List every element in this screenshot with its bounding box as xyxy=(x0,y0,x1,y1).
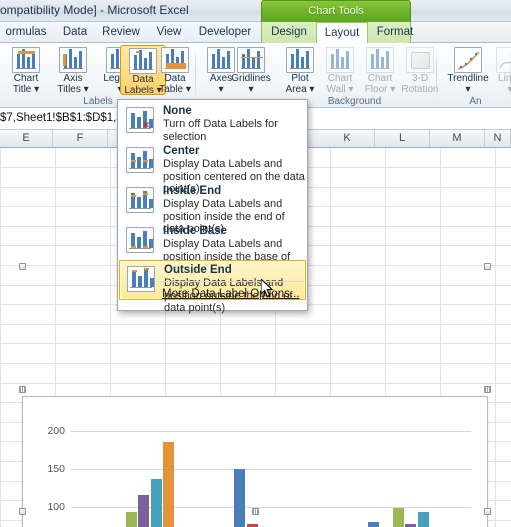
button-label-line2: Titles ▾ xyxy=(57,83,89,95)
menu-divider xyxy=(156,281,304,282)
column-header-L[interactable]: L xyxy=(375,130,430,147)
button-label-line2: Rotation xyxy=(401,83,439,95)
chart-gridline xyxy=(71,507,471,508)
labels-outside-end-icon xyxy=(127,266,155,292)
chart-resize-handle[interactable] xyxy=(484,263,491,270)
chart-title-button[interactable]: Chart Title ▾ xyxy=(3,45,49,95)
grid-row-line xyxy=(0,363,511,364)
chart-tools-context-header: Chart Tools xyxy=(261,0,411,22)
button-label-line1: Gridlines xyxy=(231,73,271,84)
chart-resize-handle[interactable] xyxy=(484,508,491,515)
rotation-3d-icon xyxy=(406,47,434,73)
menu-item-title: Inside End xyxy=(163,185,222,197)
menu-item-title: Inside Base xyxy=(163,225,227,237)
menu-item-title: Center xyxy=(163,145,200,157)
chart-tools-label: Chart Tools xyxy=(308,5,364,17)
chart-bar[interactable] xyxy=(367,522,379,527)
chart-floor-icon xyxy=(366,47,394,73)
tab-data[interactable]: Data xyxy=(55,22,95,43)
column-header-N[interactable]: N xyxy=(485,130,511,147)
button-label-line2: ▾ xyxy=(465,83,471,95)
grid-row-line xyxy=(0,324,511,325)
tab-view[interactable]: View xyxy=(148,22,190,43)
button-label-line1: 3-D xyxy=(411,73,429,84)
ribbon-group-label: An xyxy=(469,96,482,107)
column-header-E[interactable]: E xyxy=(0,130,53,147)
chart-bar[interactable] xyxy=(163,442,175,527)
menu-item-center[interactable]: Center Display Data Labels and position c… xyxy=(119,142,308,195)
rotation-3d-button: 3-D Rotation xyxy=(397,45,443,95)
grid-column-line xyxy=(495,148,496,527)
button-label-line2: Title ▾ xyxy=(12,83,40,95)
chart-title-icon xyxy=(12,47,40,73)
y-axis-tick-label: 150 xyxy=(47,463,65,475)
tab-ormulas[interactable]: ormulas xyxy=(0,22,52,43)
tab-layout[interactable]: Layout xyxy=(316,22,368,43)
chart-resize-handle[interactable] xyxy=(251,508,259,515)
chart-bar[interactable] xyxy=(150,478,162,527)
labels-inside-base-icon xyxy=(126,227,154,253)
chart-bar[interactable] xyxy=(138,494,150,527)
title-bar: ompatibility Mode] - Microsoft Excel Cha… xyxy=(0,0,511,22)
chart-resize-handle[interactable] xyxy=(19,508,26,515)
chart-bar[interactable] xyxy=(125,512,137,527)
chart-bar[interactable] xyxy=(392,507,404,527)
more-data-label-options-item[interactable]: More Data Label Options... xyxy=(162,288,299,300)
gridlines-icon xyxy=(237,47,265,73)
button-label-line1: Trendline xyxy=(447,73,489,84)
data-labels-dropdown-menu[interactable]: ✕ None Turn off Data Labels for selection C… xyxy=(117,99,308,314)
column-header-K[interactable]: K xyxy=(320,130,375,147)
lines-icon xyxy=(496,47,511,73)
menu-item-title: Outside End xyxy=(164,264,232,276)
menu-item-inside-base[interactable]: Inside Base Display Data Labels and posit… xyxy=(119,222,308,275)
tab-design[interactable]: Design xyxy=(264,22,314,43)
button-label-line1: Chart xyxy=(13,73,39,84)
trendline-icon xyxy=(454,47,482,73)
button-label-line1: Data xyxy=(164,73,186,84)
menu-item-title: None xyxy=(163,105,192,117)
column-header-M[interactable]: M xyxy=(430,130,485,147)
grid-row-line xyxy=(0,343,511,344)
grid-column-line xyxy=(0,148,1,527)
grid-row-line xyxy=(0,383,511,384)
mouse-cursor xyxy=(260,277,275,302)
chart-wall-icon xyxy=(326,47,354,73)
y-axis-tick-label: 200 xyxy=(47,425,65,437)
column-header-F[interactable]: F xyxy=(53,130,108,147)
labels-inside-end-icon xyxy=(126,187,154,213)
chart-resize-handle[interactable] xyxy=(19,263,26,270)
gridlines-button[interactable]: Gridlines ▾ xyxy=(228,45,274,95)
menu-item-description: Turn off Data Labels for selection xyxy=(163,118,278,143)
data-table-icon xyxy=(161,47,189,73)
chart-bar[interactable] xyxy=(417,512,429,527)
labels-none-icon: ✕ xyxy=(126,107,154,133)
tab-review[interactable]: Review xyxy=(96,22,146,43)
chart-gridline xyxy=(71,469,471,470)
data-table-button[interactable]: Data Table ▾ xyxy=(152,45,198,95)
axis-titles-icon xyxy=(59,47,87,73)
button-label-line2: Table ▾ xyxy=(159,83,191,95)
formula-input-value[interactable]: $7,Sheet1!$B$1:$D$1,$ xyxy=(0,112,123,124)
axis-titles-button[interactable]: Axis Titles ▾ xyxy=(50,45,96,95)
plot-area-icon xyxy=(286,47,314,73)
button-label-line1: Axis xyxy=(63,73,83,84)
tab-format[interactable]: Format xyxy=(370,22,420,43)
button-label-line2: ▾ xyxy=(248,83,254,95)
button-label-line2: ▾ xyxy=(507,83,511,95)
button-label-line1: Lines xyxy=(498,73,511,84)
lines-button: Lines▾ xyxy=(487,45,511,95)
chart-resize-handle[interactable] xyxy=(484,385,491,393)
tab-developer[interactable]: Developer xyxy=(192,22,258,43)
ribbon-tab-strip: ormulas Data Review View Developer Design Layo… xyxy=(0,22,511,43)
labels-center-icon xyxy=(126,147,154,173)
menu-item-inside-end[interactable]: Inside End Display Data Labels and positi… xyxy=(119,182,308,235)
trendline-button[interactable]: Trendline ▾ xyxy=(445,45,491,95)
chart-resize-handle[interactable] xyxy=(19,385,26,393)
chart-bar[interactable] xyxy=(234,469,246,527)
menu-item-none[interactable]: ✕ None Turn off Data Labels for selection xyxy=(119,102,308,143)
chart-gridline xyxy=(71,431,471,432)
y-axis-tick-label: 100 xyxy=(47,501,65,513)
